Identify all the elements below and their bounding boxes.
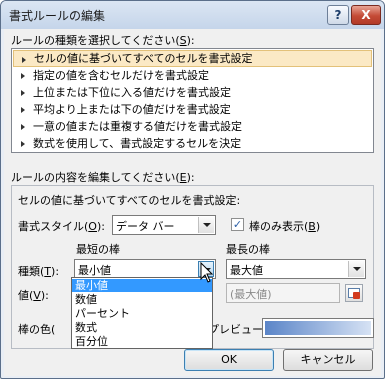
- window-title: 書式ルールの編集: [9, 9, 106, 23]
- close-button[interactable]: X: [351, 5, 381, 25]
- longest-type-select[interactable]: 最大値: [226, 259, 366, 279]
- help-button[interactable]: ?: [327, 5, 349, 25]
- bar-color-label: 棒の色(: [18, 323, 56, 336]
- rule-description: セルの値に基づいてすべてのセルを書式設定:: [18, 194, 241, 207]
- bullet-arrow-icon: [21, 124, 25, 130]
- bullet-arrow-icon: [22, 57, 26, 63]
- dropdown-option[interactable]: 百分位: [72, 335, 212, 348]
- chevron-down-icon[interactable]: [198, 217, 214, 233]
- bullet-arrow-icon: [21, 90, 25, 96]
- bullet-arrow-icon: [21, 107, 25, 113]
- bar-only-checkbox[interactable]: ✓: [231, 218, 244, 231]
- cancel-button[interactable]: キャンセル: [283, 349, 373, 371]
- ok-button[interactable]: OK: [184, 349, 274, 371]
- shortest-type-dropdown-list[interactable]: 最小値 数値 パーセント 数式 百分位: [71, 277, 213, 349]
- edit-format-rule-dialog: 書式ルールの編集 ? X ルールの種類を選択してください(S): セルの値に基づ…: [0, 0, 385, 379]
- rule-type-heading: ルールの種類を選択してください(S):: [11, 34, 195, 47]
- bullet-arrow-icon: [21, 73, 25, 79]
- mouse-pointer-icon: [200, 262, 214, 283]
- bar-only-label: 棒のみ表示(B): [249, 220, 321, 233]
- format-style-select[interactable]: データ バー: [112, 215, 216, 235]
- rule-type-item[interactable]: 一意の値または重複する値だけを書式設定: [13, 118, 372, 135]
- data-bar-preview-fill: [265, 321, 371, 335]
- preview-label: プレビュー:: [208, 323, 267, 336]
- dropdown-option[interactable]: 最小値: [72, 279, 212, 292]
- rule-type-item[interactable]: 平均より上または下の値だけを書式設定: [13, 101, 372, 118]
- longest-value-ref-button[interactable]: [345, 284, 363, 302]
- longest-value-input[interactable]: (最大値): [226, 283, 340, 303]
- rule-type-item[interactable]: 数式を使用して、書式設定するセルを決定: [13, 135, 372, 152]
- longest-bar-heading: 最長の棒: [226, 243, 270, 256]
- shortest-type-select[interactable]: 最小値: [74, 259, 216, 279]
- data-bar-preview: [262, 318, 374, 338]
- title-bar[interactable]: 書式ルールの編集 ? X: [1, 1, 384, 29]
- chevron-down-icon[interactable]: [348, 261, 364, 277]
- dropdown-option[interactable]: パーセント: [72, 307, 212, 320]
- rule-edit-heading: ルールの内容を編集してください(E):: [11, 171, 195, 184]
- format-style-label: 書式スタイル(O):: [18, 220, 105, 233]
- bullet-arrow-icon: [21, 141, 25, 147]
- dropdown-option[interactable]: 数値: [72, 293, 212, 306]
- dropdown-option[interactable]: 数式: [72, 321, 212, 334]
- rule-type-item[interactable]: 上位または下位に入る値だけを書式設定: [13, 84, 372, 101]
- type-label: 種類(T):: [18, 265, 60, 278]
- dialog-body: ルールの種類を選択してください(S): セルの値に基づいてすべてのセルを書式設定…: [4, 29, 381, 376]
- rule-type-list[interactable]: セルの値に基づいてすべてのセルを書式設定 指定の値を含むセルだけを書式設定 上位…: [11, 48, 374, 153]
- shortest-bar-heading: 最短の棒: [76, 243, 120, 256]
- value-label: 値(V):: [18, 289, 49, 302]
- rule-type-item[interactable]: セルの値に基づいてすべてのセルを書式設定: [13, 50, 372, 67]
- rule-type-item[interactable]: 指定の値を含むセルだけを書式設定: [13, 67, 372, 84]
